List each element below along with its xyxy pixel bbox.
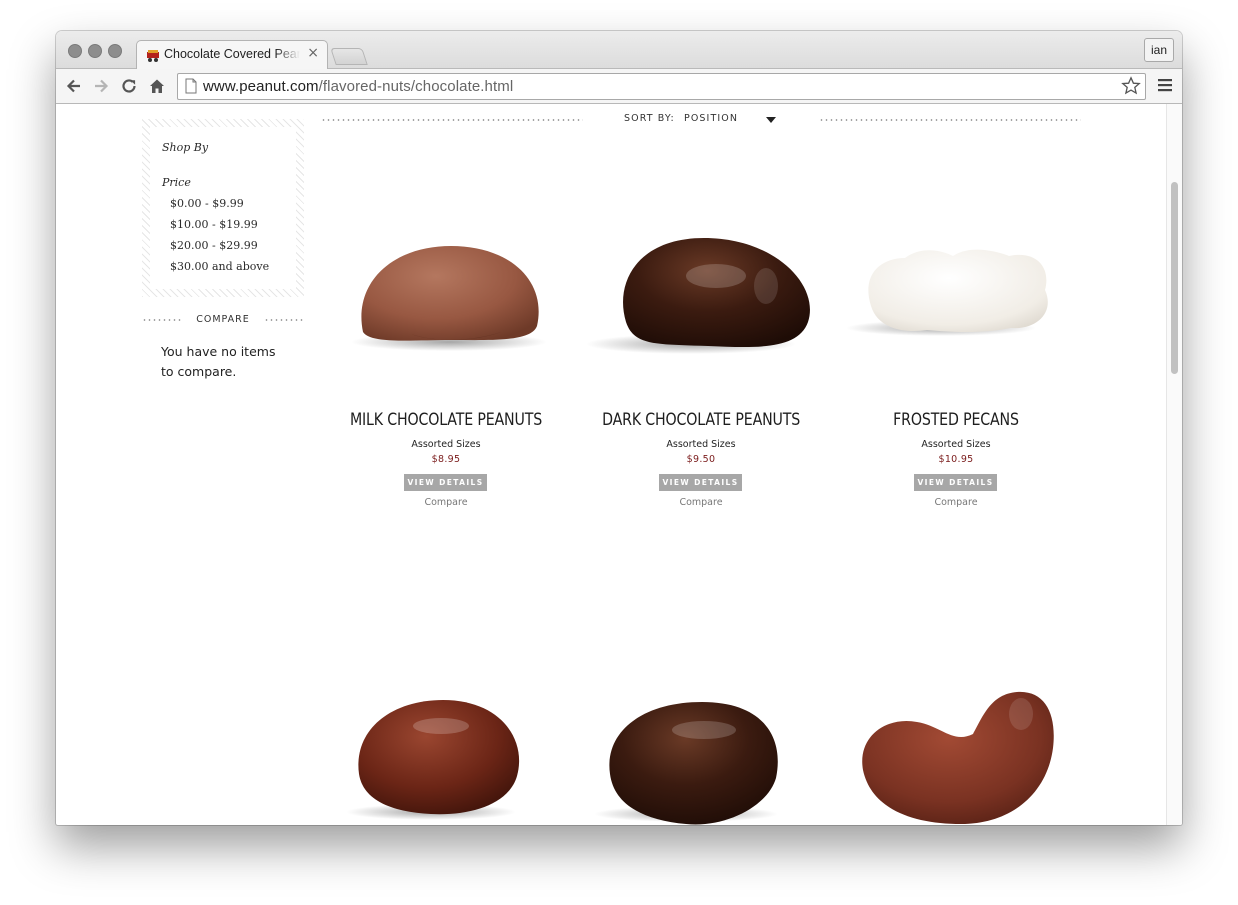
tab-close-icon[interactable]: × — [307, 45, 319, 61]
tab-title: Chocolate Covered Peanuts — [164, 47, 300, 61]
page-icon — [185, 78, 197, 94]
product-image[interactable] — [841, 644, 1071, 825]
product-sizes: Assorted Sizes — [921, 439, 991, 450]
browser-window: Chocolate Covered Peanuts × ian www.pean… — [56, 31, 1182, 825]
tab-active[interactable]: Chocolate Covered Peanuts × — [136, 40, 328, 70]
new-tab-button[interactable] — [330, 48, 368, 65]
browser-toolbar: www.peanut.com/flavored-nuts/chocolate.h… — [56, 69, 1182, 104]
tab-strip: Chocolate Covered Peanuts × ian — [56, 31, 1182, 70]
view-details-button[interactable]: VIEW DETAILS — [659, 474, 742, 491]
product-price: $10.95 — [938, 454, 974, 465]
product-sizes: Assorted Sizes — [666, 439, 736, 450]
shop-by-title: Shop By — [162, 141, 209, 154]
compare-heading: COMPARE — [142, 312, 304, 328]
price-filter-link[interactable]: $20.00 - $29.99 — [170, 238, 269, 259]
product-name[interactable]: DARK CHOCOLATE PEANUTS — [602, 410, 800, 429]
product-name[interactable]: MILK CHOCOLATE PEANUTS — [347, 410, 545, 429]
minimize-window-button[interactable] — [88, 44, 102, 58]
product-name[interactable]: FROSTED PECANS — [857, 410, 1055, 429]
zoom-window-button[interactable] — [108, 44, 122, 58]
product-price: $9.50 — [686, 454, 716, 465]
arrow-right-icon[interactable] — [91, 76, 111, 96]
view-details-button[interactable]: VIEW DETAILS — [914, 474, 997, 491]
price-heading: Price — [162, 176, 191, 189]
compare-link[interactable]: Compare — [586, 497, 816, 508]
product-card: FROSTED PECANS Assorted Sizes $10.95 VIE… — [841, 104, 1071, 544]
view-details-button[interactable]: VIEW DETAILS — [404, 474, 487, 491]
price-filter-link[interactable]: $0.00 - $9.99 — [170, 196, 269, 217]
product-card — [841, 644, 1071, 825]
address-bar[interactable]: www.peanut.com/flavored-nuts/chocolate.h… — [177, 73, 1146, 100]
vertical-scrollbar[interactable] — [1166, 104, 1182, 825]
reload-icon[interactable] — [119, 76, 139, 96]
price-filter-link[interactable]: $30.00 and above — [170, 259, 269, 280]
compare-link[interactable]: Compare — [841, 497, 1071, 508]
url-text: www.peanut.com/flavored-nuts/chocolate.h… — [203, 78, 513, 95]
product-card — [331, 644, 561, 825]
product-image[interactable] — [841, 194, 1071, 374]
page-content: Shop By Price $0.00 - $9.99 $10.00 - $19… — [56, 104, 1182, 825]
product-card — [586, 644, 816, 825]
close-window-button[interactable] — [68, 44, 82, 58]
product-image[interactable] — [586, 194, 816, 374]
price-filter-link[interactable]: $10.00 - $19.99 — [170, 217, 269, 238]
wagon-favicon-icon — [147, 50, 159, 62]
home-icon[interactable] — [147, 76, 167, 96]
product-price: $8.95 — [431, 454, 461, 465]
url-path: /flavored-nuts/chocolate.html — [318, 78, 514, 95]
product-card: MILK CHOCOLATE PEANUTS Assorted Sizes $8… — [331, 104, 561, 544]
arrow-left-icon[interactable] — [64, 76, 84, 96]
shop-by-panel: Shop By Price $0.00 - $9.99 $10.00 - $19… — [142, 119, 304, 297]
url-host: www.peanut.com — [203, 78, 319, 95]
product-image[interactable] — [331, 644, 561, 825]
product-image[interactable] — [586, 644, 816, 825]
product-card: DARK CHOCOLATE PEANUTS Assorted Sizes $9… — [586, 104, 816, 544]
profile-button[interactable]: ian — [1144, 38, 1174, 62]
star-icon[interactable] — [1121, 76, 1141, 96]
divider — [264, 319, 304, 321]
scrollbar-thumb[interactable] — [1171, 182, 1178, 374]
product-image[interactable] — [331, 194, 561, 374]
compare-empty-message: You have no items to compare. — [161, 344, 276, 379]
hamburger-menu-icon[interactable] — [1158, 78, 1172, 92]
compare-link[interactable]: Compare — [331, 497, 561, 508]
price-filter-list: $0.00 - $9.99 $10.00 - $19.99 $20.00 - $… — [170, 196, 269, 280]
product-sizes: Assorted Sizes — [411, 439, 481, 450]
